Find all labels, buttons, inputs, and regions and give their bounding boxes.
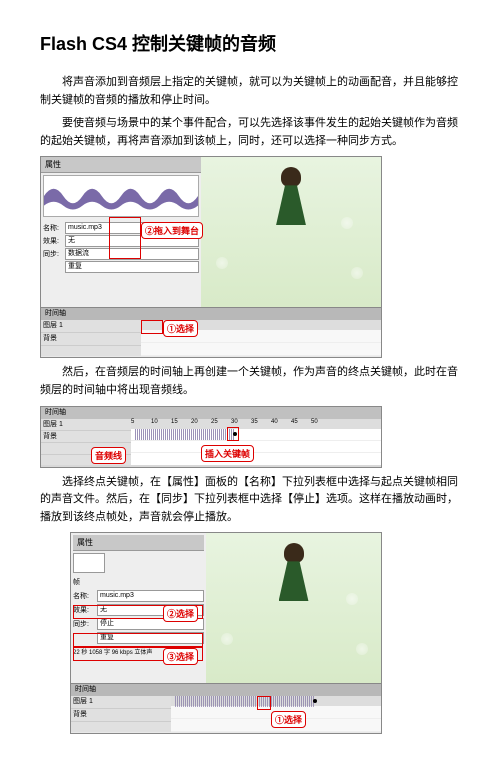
callout-drag-to-stage: ②拖入到舞台 xyxy=(141,222,203,239)
callout-insert-keyframe: 插入关键帧 xyxy=(201,445,254,462)
timeline-layer[interactable]: 图层 1 xyxy=(41,419,131,431)
name-label: 名称: xyxy=(43,223,63,233)
callout-select-1: ①选择 xyxy=(271,711,306,728)
sound-name-dropdown[interactable]: music.mp3 xyxy=(97,590,204,602)
effect-label: 效果: xyxy=(43,236,63,246)
page-title: Flash CS4 控制关键帧的音频 xyxy=(40,30,461,56)
timeline-layer[interactable]: 背景 xyxy=(41,333,141,346)
figure-1: 属性 名称: music.mp3 效果: 无 xyxy=(40,156,461,358)
stage-canvas xyxy=(201,157,381,307)
timeline-row[interactable] xyxy=(131,441,381,453)
callout-audio-line: 音频线 xyxy=(91,447,126,464)
paragraph-4: 选择终点关键帧，在【属性】面板的【名称】下拉列表框中选择与起点关键帧相同的声音文… xyxy=(40,474,461,527)
timeline-ruler: 5101520253035404550 xyxy=(131,419,381,429)
paragraph-2: 要使音频与场景中的某个事件配合，可以先选择该事件发生的起始关键帧作为音频的起始关… xyxy=(40,115,461,150)
sync-label: 同步: xyxy=(73,619,95,629)
properties-panel-title: 属性 xyxy=(41,157,201,173)
timeline-row[interactable] xyxy=(141,343,381,356)
stage-canvas xyxy=(206,533,381,683)
properties-panel-title: 属性 xyxy=(73,535,204,551)
timeline-header: 时间轴 xyxy=(41,308,381,320)
figure-3: 属性 帧 名称: music.mp3 效果: 无 同步: 停止 重复 xyxy=(40,532,461,734)
paragraph-3: 然后，在音频层的时间轴上再创建一个关键帧，作为声音的终点关键帧，此时在音频层的时… xyxy=(40,364,461,399)
timeline-row[interactable] xyxy=(131,429,381,441)
timeline-header: 时间轴 xyxy=(41,407,381,419)
sync-label: 同步: xyxy=(43,249,63,259)
timeline-header: 时间轴 xyxy=(71,684,381,696)
timeline-layer[interactable]: 背景 xyxy=(41,431,131,443)
callout-select: ①选择 xyxy=(163,320,198,337)
audio-waveform-icon xyxy=(175,696,315,707)
timeline-layer[interactable]: 背景 xyxy=(71,709,171,722)
audio-waveform-icon xyxy=(135,429,235,440)
timeline-layer[interactable]: 图层 1 xyxy=(71,696,171,709)
figure-2: 时间轴 图层 1 背景 5101520253035404550 音频线 插入关键… xyxy=(40,406,461,468)
name-label: 名称: xyxy=(73,591,95,601)
repeat-dropdown[interactable]: 重复 xyxy=(65,261,199,273)
callout-select-2: ②选择 xyxy=(163,605,198,622)
callout-select-3: ③选择 xyxy=(163,648,198,665)
timeline-layer[interactable]: 图层 1 xyxy=(41,320,141,333)
frame-swatch xyxy=(73,553,105,573)
waveform-preview xyxy=(43,175,199,217)
paragraph-1: 将声音添加到音频层上指定的关键帧，就可以为关键帧上的动画配音，并且能够控制关键帧… xyxy=(40,74,461,109)
frame-label: 帧 xyxy=(73,577,204,587)
